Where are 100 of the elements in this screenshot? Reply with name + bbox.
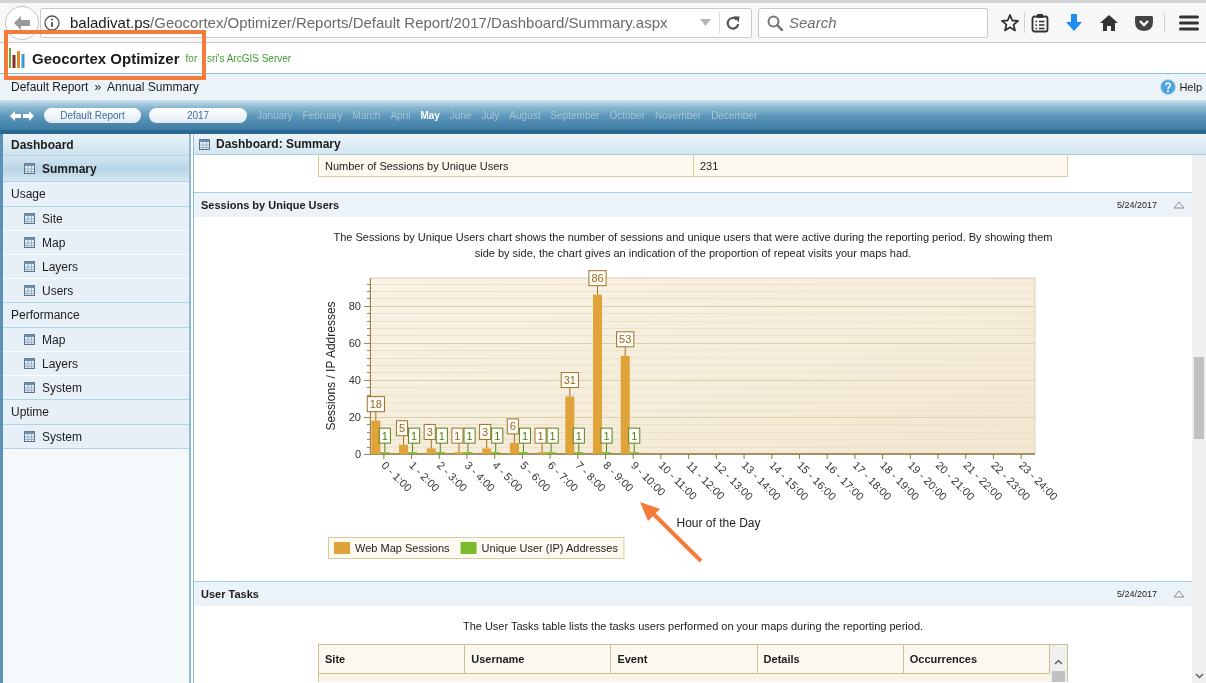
axis-tick-label: 60	[348, 336, 361, 349]
data-label: 1	[378, 427, 391, 453]
star-icon[interactable]	[1000, 12, 1020, 33]
data-label: 1	[463, 427, 476, 453]
reload-icon[interactable]	[725, 14, 741, 31]
data-label: 1	[518, 427, 531, 453]
search-field[interactable]: Search	[758, 7, 988, 38]
data-label: 1	[546, 427, 559, 453]
chevron-up-icon[interactable]	[1054, 659, 1063, 665]
legend-label: Web Map Sessions	[355, 542, 450, 554]
arrow-down-icon[interactable]	[1064, 12, 1084, 33]
data-label: 31	[560, 372, 579, 398]
column-header: Event	[611, 645, 758, 673]
axis-title: Sessions / IP Addresses	[324, 301, 338, 431]
chevron-down-icon[interactable]	[1194, 673, 1204, 679]
annotation-arrow	[640, 502, 703, 563]
sidebar-group-title: Usage	[3, 182, 189, 207]
scrollbar[interactable]	[1192, 155, 1206, 683]
table-icon	[199, 138, 210, 150]
axis-tick-label: 0	[354, 448, 361, 460]
menu-icon[interactable]	[1179, 13, 1199, 32]
section-description: The User Tasks table lists the tasks users performed on your maps during the reporting period.	[461, 619, 925, 634]
clipboard-icon[interactable]	[1031, 12, 1049, 33]
column-header: Details	[757, 645, 904, 673]
data-label: 3	[479, 423, 492, 449]
table-icon	[24, 382, 35, 393]
app-title: Geocortex Optimizer	[32, 49, 180, 67]
sidebar-item[interactable]: Map	[3, 231, 189, 255]
arrow-left-icon	[14, 15, 30, 30]
table-icon	[24, 431, 35, 442]
sidebar-item[interactable]: Summary	[3, 156, 189, 182]
table-icon	[24, 285, 35, 296]
axis-tick-label: 80	[348, 299, 361, 312]
table-icon	[24, 358, 35, 369]
data-label: 1	[435, 427, 448, 453]
bar-chart-icon	[9, 48, 25, 68]
section-date: 5/24/2017	[1116, 589, 1157, 599]
section-title: User Tasks	[201, 588, 259, 600]
axis-tick-label: 20	[348, 410, 361, 423]
section-title: Sessions by Unique Users	[201, 199, 340, 211]
breadcrumb-link[interactable]: Annual Summary	[107, 80, 200, 94]
url-text: baladivat.ps/Geocortex/Optimizer/Reports/Default Report/2017/Dashboard/Summary.aspx	[70, 13, 668, 32]
data-label: 6	[506, 418, 519, 444]
search-icon	[767, 14, 783, 31]
data-label: 1	[628, 427, 641, 453]
home-icon[interactable]	[1099, 12, 1119, 33]
data-label: 1	[408, 427, 421, 453]
month-link[interactable]: May	[420, 110, 440, 121]
breadcrumb-separator: »	[94, 80, 102, 94]
column-header: Site	[319, 645, 466, 673]
caret-down-icon[interactable]	[700, 19, 711, 26]
axis-tick-label: 40	[348, 373, 361, 386]
sidebar-item[interactable]: Users	[3, 279, 189, 303]
section-description: The Sessions by Unique Users chart shows the number of sessions and unique users that were active during the reporting period. By showing them side by side, the chart gives an indication of the proportion of repeat visits your maps had.	[332, 230, 1054, 261]
breadcrumb-link[interactable]: Default Report	[11, 80, 89, 94]
sidebar-item[interactable]: Site	[3, 207, 189, 231]
sidebar-item[interactable]: Layers	[3, 255, 189, 279]
data-label: 1	[451, 427, 464, 453]
table-icon	[24, 237, 35, 248]
section-date: 5/24/2017	[1116, 200, 1157, 210]
data-label: 1	[572, 427, 585, 453]
scrollbar-thumb[interactable]	[1194, 357, 1204, 439]
data-label: 53	[616, 331, 635, 357]
table-icon	[24, 213, 35, 224]
tagline-text: sri's ArcGIS Server	[207, 52, 292, 64]
sidebar-group-title: Uptime	[3, 400, 189, 425]
table-cell: Number of Sessions by Unique Users	[319, 155, 694, 176]
data-label: 1	[491, 427, 504, 453]
triangle-up-icon[interactable]	[1173, 590, 1185, 598]
legend-label: Unique User (IP) Addresses	[481, 542, 618, 554]
report-selector[interactable]: Default Report	[44, 108, 141, 123]
help-link[interactable]: Help	[1179, 81, 1202, 93]
data-label: 3	[423, 423, 436, 449]
table-icon	[24, 334, 35, 345]
address-bar[interactable]: baladivat.ps/Geocortex/Optimizer/Reports/Default Report/2017/Dashboard/Summary.aspx	[40, 7, 752, 38]
axis-title: Hour of the Day	[676, 516, 761, 530]
data-label: 1	[534, 427, 547, 453]
year-selector[interactable]: 2017	[149, 108, 247, 123]
arrow-left-icon[interactable]	[10, 110, 21, 121]
sidebar-item[interactable]: Layers	[3, 352, 189, 376]
tagline-text: for	[185, 52, 198, 64]
table-scrollbar[interactable]	[1050, 645, 1067, 682]
data-label: 1	[600, 427, 613, 453]
data-label: 86	[588, 270, 607, 296]
column-header: Username	[465, 645, 612, 673]
sidebar-item[interactable]: System	[3, 425, 189, 449]
help-icon[interactable]	[1160, 79, 1177, 95]
sidebar-group-title: Performance	[3, 303, 189, 328]
table-cell-text: 231	[699, 158, 720, 174]
data-label: 5	[395, 420, 409, 446]
sidebar-item[interactable]: System	[3, 376, 189, 400]
panel-title: Dashboard: Summary	[216, 137, 341, 151]
sidebar-item[interactable]: Map	[3, 328, 189, 352]
table-icon	[24, 261, 35, 272]
scrollbar-thumb[interactable]	[1052, 671, 1065, 682]
arrow-right-icon[interactable]	[23, 110, 34, 121]
sidebar-group-title: Dashboard	[3, 134, 189, 156]
table-icon	[24, 163, 35, 174]
triangle-up-icon[interactable]	[1173, 201, 1185, 209]
info-icon[interactable]	[44, 14, 60, 31]
